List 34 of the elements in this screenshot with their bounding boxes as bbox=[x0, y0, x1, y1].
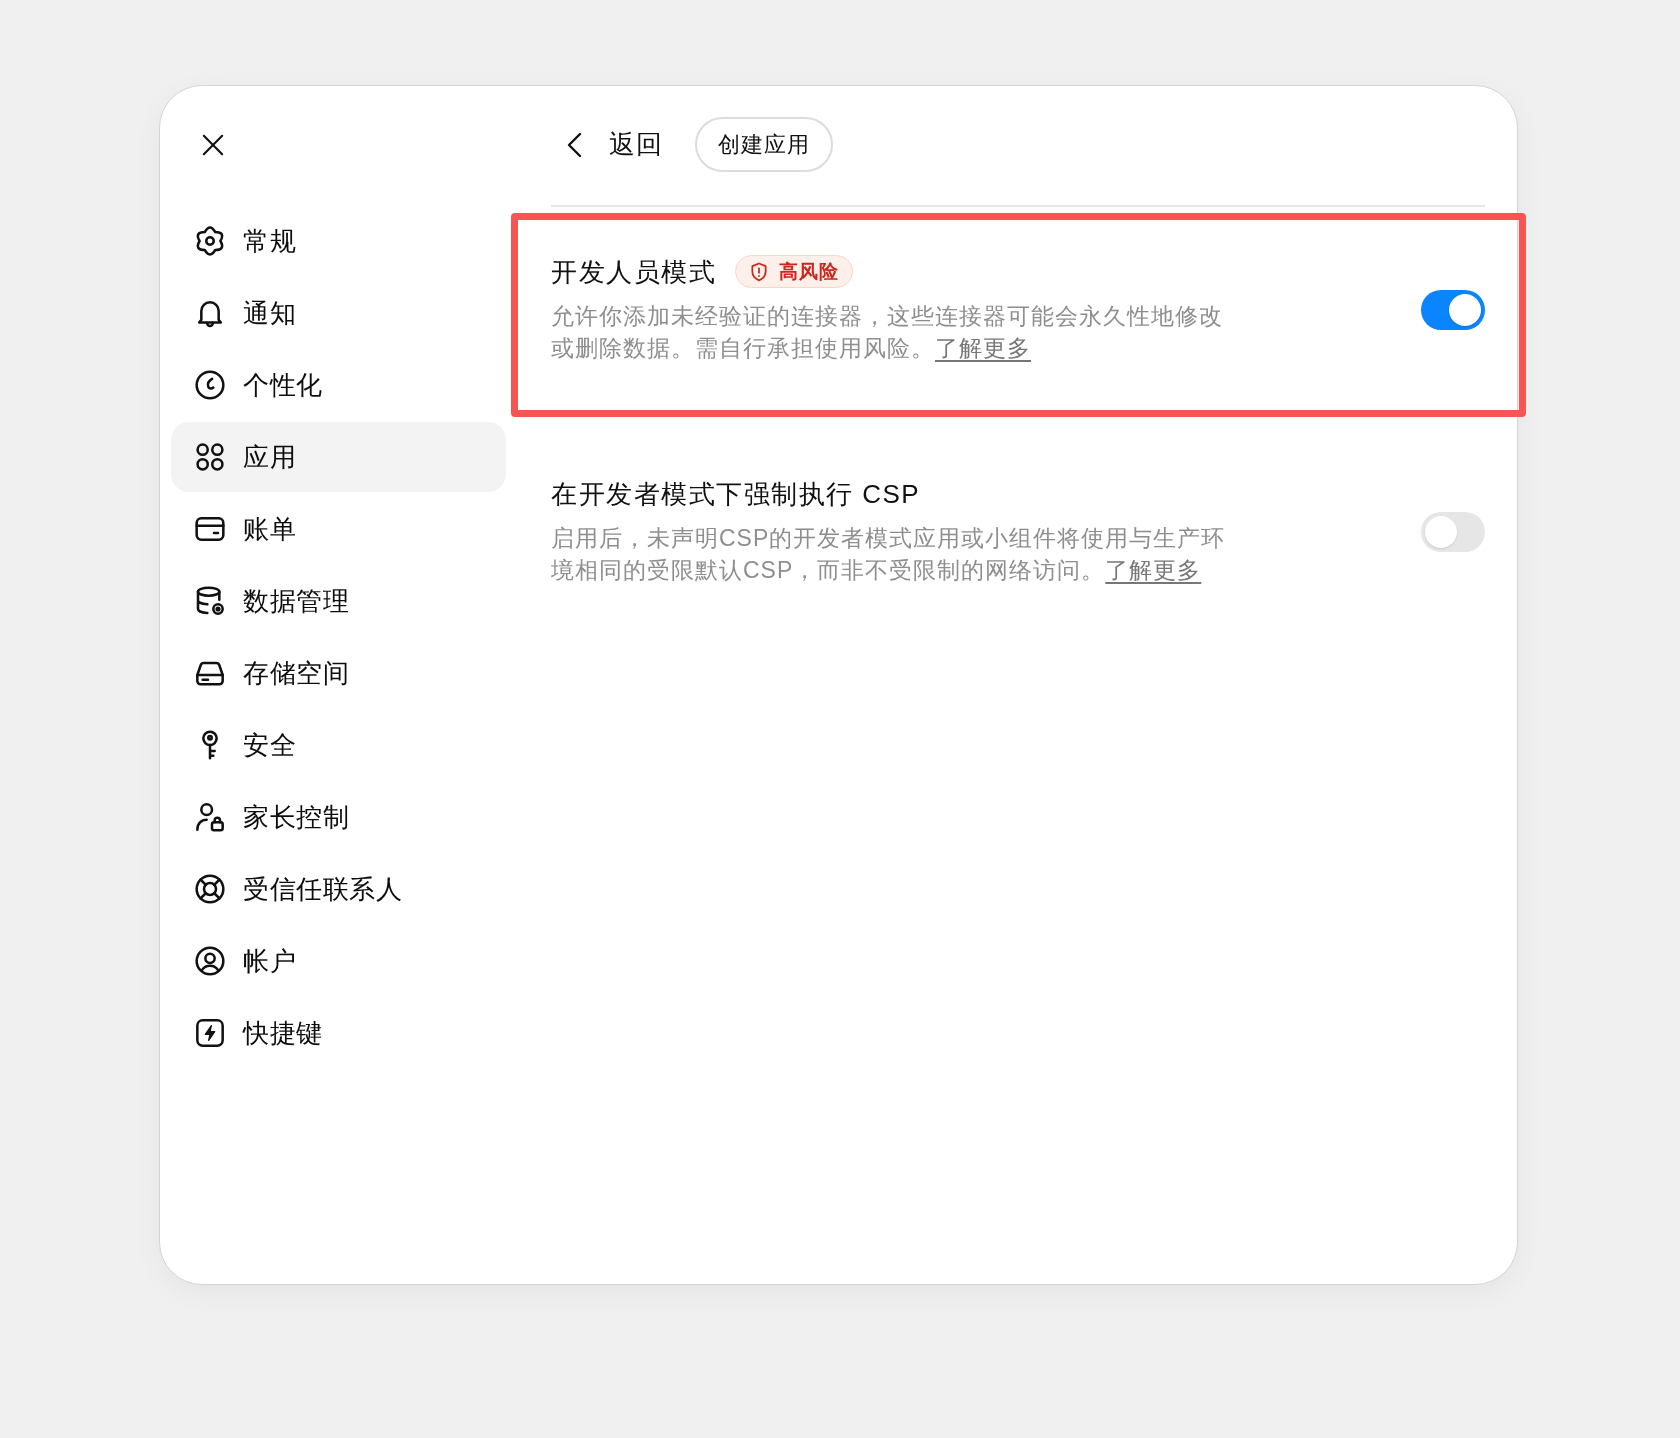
sidebar-item[interactable]: 受信任联系人 bbox=[171, 854, 506, 924]
back-button[interactable]: 返回 bbox=[567, 124, 663, 165]
database-gear-icon bbox=[194, 585, 226, 617]
sidebar-item[interactable]: 快捷键 bbox=[171, 998, 506, 1068]
sidebar-item[interactable]: 家长控制 bbox=[171, 782, 506, 852]
gear-icon bbox=[194, 225, 226, 257]
sidebar-item[interactable]: 账单 bbox=[171, 494, 506, 564]
setting-description: 启用后，未声明CSP的开发者模式应用或小组件将使用与生产环境相同的受限默认CSP，而非不受限制的网络访问。了解更多 bbox=[551, 524, 1227, 585]
toggle-switch[interactable] bbox=[1421, 512, 1485, 552]
chevron-left-icon bbox=[567, 131, 582, 158]
four-circles-icon bbox=[194, 441, 226, 473]
learn-more-link[interactable]: 了解更多 bbox=[1105, 557, 1202, 583]
sidebar-item[interactable]: 数据管理 bbox=[171, 566, 506, 636]
risk-label: 高风险 bbox=[779, 259, 839, 284]
setting-description: 允许你添加未经验证的连接器，这些连接器可能会永久性地修改或删除数据。需自行承担使用风险。了解更多 bbox=[551, 302, 1224, 363]
swirl-circle-icon bbox=[194, 369, 226, 401]
sidebar-item[interactable]: 个性化 bbox=[171, 350, 506, 420]
shield-alert-icon bbox=[749, 261, 769, 282]
close-icon bbox=[202, 134, 224, 156]
sidebar-item[interactable]: 应用 bbox=[171, 422, 506, 492]
lightning-icon bbox=[194, 1017, 226, 1049]
sidebar-item[interactable]: 帐户 bbox=[171, 926, 506, 996]
lifebuoy-icon bbox=[194, 873, 226, 905]
setting-title: 开发人员模式 bbox=[551, 255, 716, 288]
sidebar-item[interactable]: 通知 bbox=[171, 278, 506, 348]
create-app-button[interactable]: 创建应用 bbox=[695, 117, 834, 172]
person-lock-icon bbox=[194, 801, 226, 833]
learn-more-link[interactable]: 了解更多 bbox=[935, 335, 1031, 361]
sidebar-item[interactable]: 存储空间 bbox=[171, 638, 506, 708]
sidebar-item[interactable]: 常规 bbox=[171, 206, 506, 276]
user-circle-icon bbox=[194, 945, 226, 977]
sidebar-item[interactable]: 安全 bbox=[171, 710, 506, 780]
toggle-switch[interactable] bbox=[1421, 289, 1485, 330]
setting-title: 在开发者模式下强制执行 CSP bbox=[551, 478, 921, 510]
